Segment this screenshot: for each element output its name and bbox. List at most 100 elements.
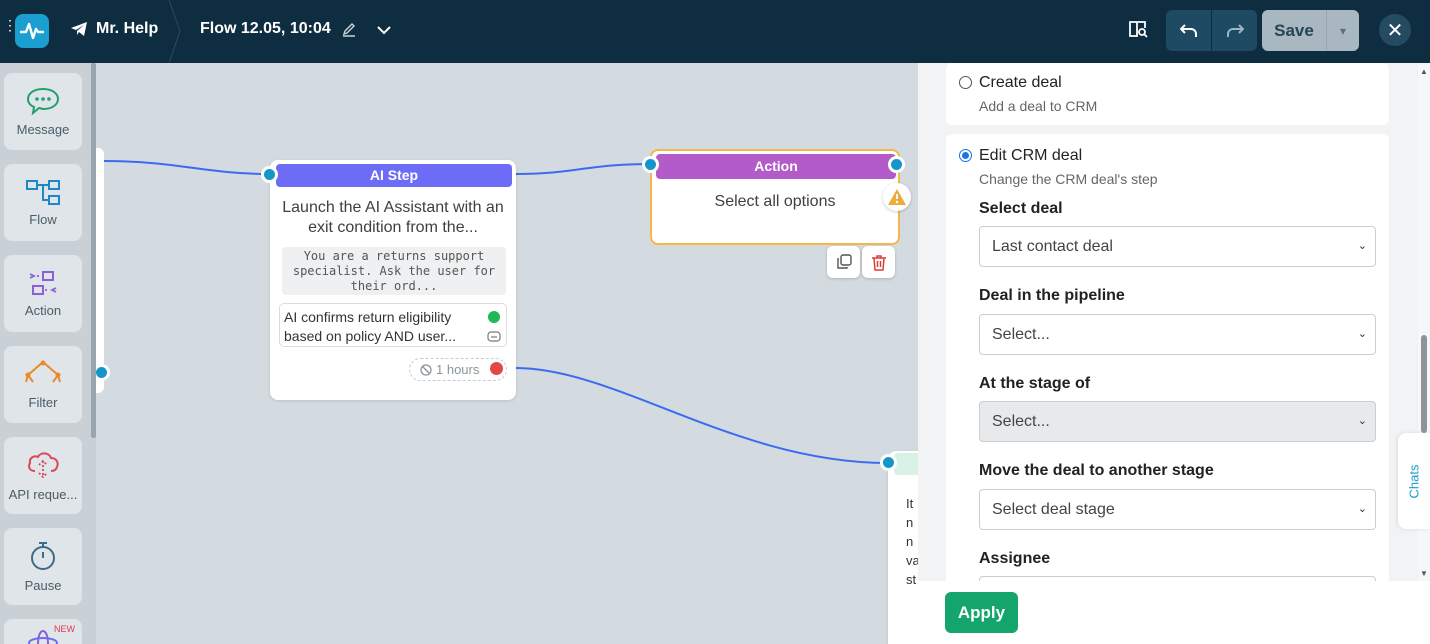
undo-button[interactable] <box>1166 10 1212 51</box>
palette-item-pause[interactable]: Pause <box>4 528 82 605</box>
field-label-stage: At the stage of <box>979 375 1091 392</box>
field-label-select-deal: Select deal <box>979 200 1063 217</box>
next-node[interactable]: It n n va st <box>888 451 918 644</box>
redo-icon <box>1226 23 1244 37</box>
palette-item-api-request[interactable]: API reque... <box>4 437 82 514</box>
palette-label: Filter <box>28 395 58 410</box>
select-value: Select deal stage <box>992 501 1115 518</box>
option-create-deal[interactable]: Create deal Add a deal to CRM <box>946 63 1389 125</box>
chevron-down-icon: ⌄ <box>1357 328 1367 340</box>
option-subtitle: Add a deal to CRM <box>979 98 1098 114</box>
exit-output-port[interactable] <box>488 311 500 323</box>
panel-scrollbar-thumb[interactable] <box>1421 335 1427 433</box>
redo-button[interactable] <box>1212 10 1257 51</box>
chevron-down-icon: ⌄ <box>1357 415 1367 427</box>
select-value: Last contact deal <box>992 238 1113 255</box>
timeout-output-port[interactable] <box>490 362 503 375</box>
delete-node-button[interactable] <box>862 246 895 278</box>
block-palette: Message Flow Action Filter API reque... … <box>0 63 96 644</box>
history-controls <box>1166 10 1257 51</box>
next-node-line: n <box>906 515 914 530</box>
edit-pencil-icon[interactable] <box>341 21 357 37</box>
chevron-down-icon[interactable] <box>376 22 392 38</box>
option-title: Create deal <box>979 74 1062 91</box>
palette-item-message[interactable]: Message <box>4 73 82 150</box>
assignee-dropdown[interactable] <box>979 576 1376 581</box>
next-node-input-port[interactable] <box>880 454 897 471</box>
panel-scroll-area: Create deal Add a deal to CRM Edit CRM d… <box>918 63 1418 581</box>
trash-icon <box>871 254 886 271</box>
field-label-move-stage: Move the deal to another stage <box>979 462 1214 479</box>
create-deal-radio[interactable] <box>959 76 972 89</box>
palette-label: Action <box>24 303 62 318</box>
palette-label: Pause <box>24 578 62 593</box>
filter-icon <box>25 360 61 383</box>
action-output-port[interactable] <box>888 156 905 173</box>
field-label-assignee: Assignee <box>979 550 1051 567</box>
palette-label: API reque... <box>8 487 78 502</box>
copy-icon <box>836 254 852 269</box>
telegram-icon <box>71 22 87 36</box>
next-node-line: n <box>906 534 914 549</box>
next-node-header <box>894 453 918 475</box>
action-input-port[interactable] <box>642 156 659 173</box>
bot-selector[interactable]: Mr. Help <box>70 20 158 38</box>
next-node-line: va <box>906 553 918 568</box>
timeout-badge[interactable]: 1 hours <box>409 358 507 381</box>
next-node-line: st <box>906 572 917 587</box>
warning-icon <box>883 183 911 211</box>
select-deal-dropdown[interactable]: Last contact deal ⌄ <box>979 226 1376 267</box>
move-stage-dropdown[interactable]: Select deal stage ⌄ <box>979 489 1376 530</box>
previous-node[interactable] <box>96 148 104 393</box>
ai-step-prompt: You are a returns support specialist. As… <box>282 247 506 295</box>
stage-dropdown: Select... ⌄ <box>979 401 1376 442</box>
save-options-chevron-icon[interactable]: ▾ <box>1327 10 1359 51</box>
new-badge: NEW <box>54 624 75 634</box>
option-edit-crm-deal[interactable]: Edit CRM deal Change the CRM deal's step… <box>946 134 1389 581</box>
action-icon <box>29 271 57 295</box>
save-button[interactable]: Save <box>1262 10 1327 51</box>
chats-tab[interactable]: Chats <box>1398 433 1430 529</box>
select-value: Select... <box>992 413 1050 430</box>
flow-title-text: Flow 12.05, 10:04 <box>200 20 331 37</box>
chevron-down-icon: ⌄ <box>1357 240 1367 252</box>
action-settings-panel: Create deal Add a deal to CRM Edit CRM d… <box>918 63 1430 644</box>
apply-button[interactable]: Apply <box>945 592 1018 633</box>
duplicate-node-button[interactable] <box>827 246 860 278</box>
pipeline-dropdown[interactable]: Select... ⌄ <box>979 314 1376 355</box>
flow-canvas[interactable]: AI Step Launch the AI Assistant with an … <box>96 63 918 644</box>
ai-step-input-port[interactable] <box>261 166 278 183</box>
app-logo[interactable] <box>15 14 49 48</box>
breadcrumb-separator <box>168 0 181 63</box>
select-value: Select... <box>992 326 1050 343</box>
ai-step-node[interactable]: AI Step Launch the AI Assistant with an … <box>270 160 516 400</box>
scroll-down-arrow-icon[interactable]: ▼ <box>1420 569 1428 578</box>
field-label-pipeline: Deal in the pipeline <box>979 287 1125 304</box>
palette-item-flow[interactable]: Flow <box>4 164 82 241</box>
undo-icon <box>1179 23 1197 37</box>
scroll-up-arrow-icon[interactable]: ▲ <box>1420 67 1428 76</box>
palette-label: Message <box>16 122 70 137</box>
chat-bubble-icon <box>487 331 501 342</box>
message-icon <box>26 87 60 116</box>
pause-icon <box>31 542 55 570</box>
ai-exit-condition[interactable]: AI confirms return eligibility based on … <box>279 303 507 347</box>
edit-crm-deal-radio[interactable] <box>959 149 972 162</box>
palette-item-action[interactable]: Action <box>4 255 82 332</box>
action-title: Action <box>656 154 896 179</box>
next-node-text: It n n va st <box>906 494 918 589</box>
palette-item-filter[interactable]: Filter <box>4 346 82 423</box>
timeout-text: 1 hours <box>436 362 480 377</box>
ai-step-description: Launch the AI Assistant with an exit con… <box>282 199 504 236</box>
flow-title[interactable]: Flow 12.05, 10:04 <box>200 20 357 38</box>
more-menu-icon[interactable]: ⋮ <box>3 18 17 32</box>
option-subtitle: Change the CRM deal's step <box>979 171 1158 187</box>
next-node-line: It <box>906 496 914 511</box>
chevron-down-icon: ⌄ <box>1357 503 1367 515</box>
action-node[interactable]: Action Select all options <box>650 149 900 245</box>
no-entry-icon <box>420 363 432 376</box>
preview-book-icon[interactable] <box>1127 18 1149 40</box>
api-request-icon <box>28 452 59 479</box>
ai-step-title: AI Step <box>276 164 512 187</box>
close-icon[interactable]: ✕ <box>1379 14 1411 46</box>
